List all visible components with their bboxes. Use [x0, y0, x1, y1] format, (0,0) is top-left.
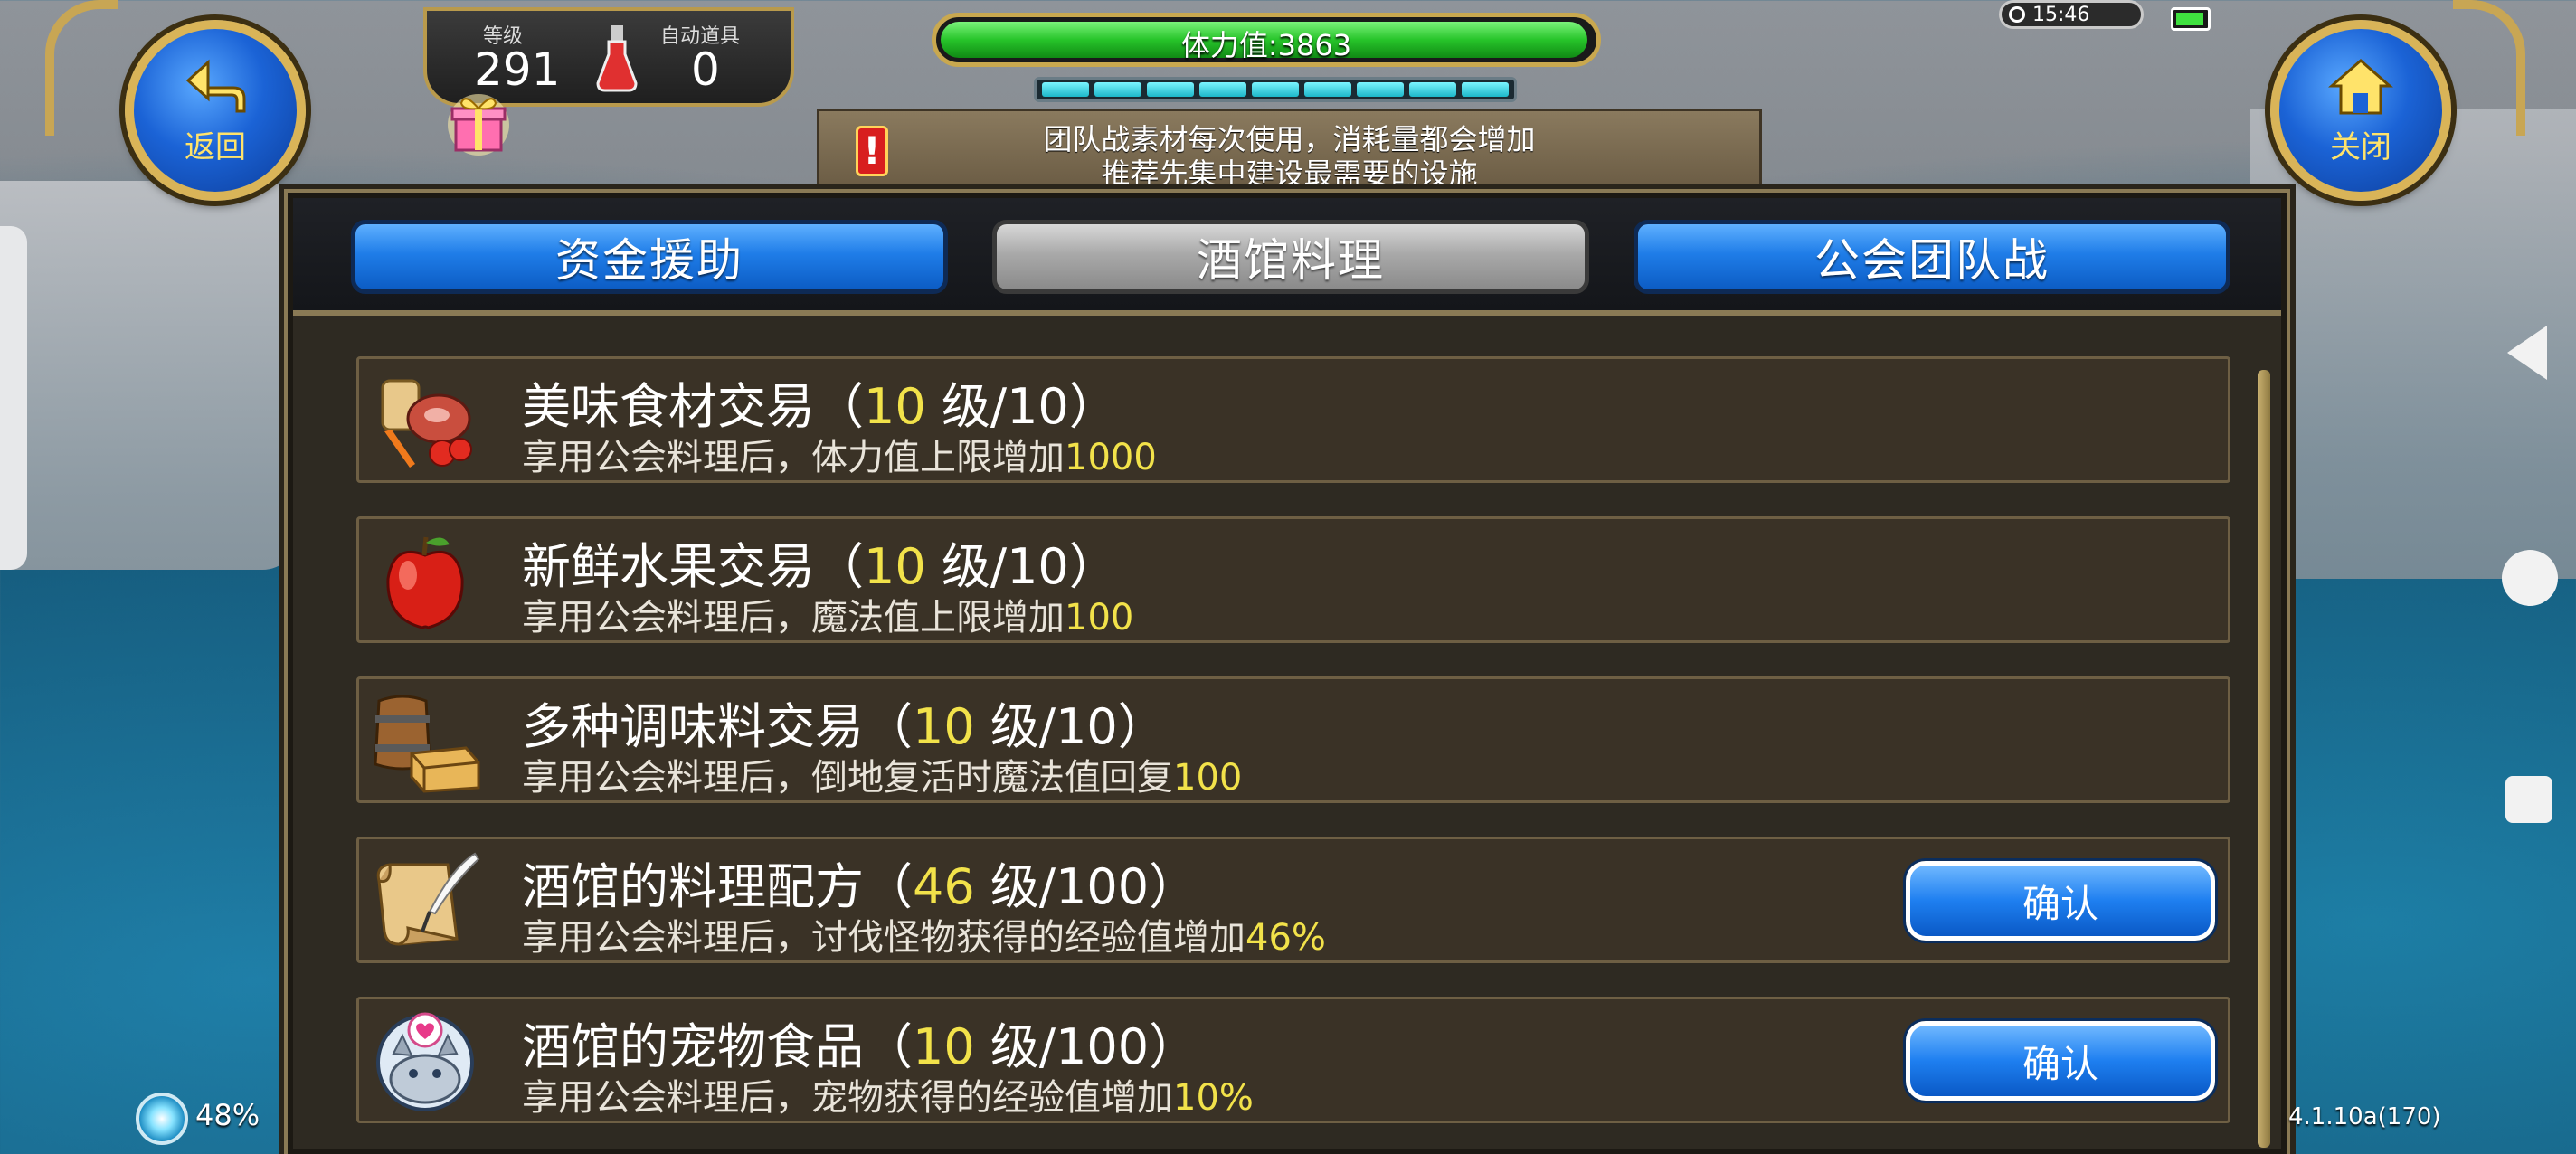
tab-guild-team-battle[interactable]: 公会团队战: [1634, 220, 2230, 294]
facility-level: 10: [913, 1018, 975, 1075]
facility-name: 酒馆的宠物食品（: [522, 1018, 913, 1075]
version-label: 4.1.10a(170): [2288, 1103, 2441, 1130]
barrel-crate-icon: [366, 688, 484, 795]
tab-funding-label: 资金援助: [555, 234, 743, 287]
frame-ornament-right: [2453, 0, 2525, 136]
facility-desc: 享用公会料理后，体力值上限增加1000: [522, 428, 1157, 480]
signal-percent: 48%: [195, 1098, 260, 1132]
facility-desc-value: 100: [1173, 757, 1243, 799]
facility-level: 10: [864, 378, 926, 435]
home-icon: [2328, 58, 2393, 114]
pet-food-icon: [366, 1008, 484, 1115]
facility-level: 10: [913, 698, 975, 755]
facility-level: 46: [913, 858, 975, 915]
frame-ornament-left: [45, 0, 118, 136]
facility-level: 10: [864, 538, 926, 595]
facility-desc-text: 享用公会料理后，魔法值上限增加: [522, 597, 1065, 638]
close-button-label: 关闭: [2330, 128, 2391, 166]
back-button[interactable]: 返回: [125, 20, 306, 201]
facility-name: 酒馆的料理配方（: [522, 858, 913, 915]
clock-time: 15:46: [2032, 3, 2090, 26]
stamina-text: 体力值:3863: [1180, 28, 1352, 62]
energy-segment: [1409, 82, 1456, 97]
potion-icon: [596, 25, 638, 92]
facility-desc-value: 1000: [1065, 437, 1157, 478]
notice-line-2: 推荐先集中建设最需要的设施: [1101, 156, 1478, 191]
background-ledge-left: [0, 226, 27, 570]
energy-segment: [1147, 82, 1194, 97]
list-scrollbar[interactable]: [2258, 370, 2270, 1148]
facility-level-max: 级/100）: [974, 1018, 1198, 1075]
facility-level-max: 级/10）: [925, 538, 1118, 595]
facility-desc-text: 享用公会料理后，讨伐怪物获得的经验值增加: [522, 917, 1245, 959]
facility-desc: 享用公会料理后，宠物获得的经验值增加10%: [522, 1068, 1254, 1121]
facility-row: 多种调味料交易（10 级/10） 享用公会料理后，倒地复活时魔法值回复100: [356, 676, 2230, 803]
stamina-bar: 体力值:3863: [932, 13, 1601, 67]
battery-icon: [2171, 7, 2211, 31]
facility-desc: 享用公会料理后，魔法值上限增加100: [522, 588, 1133, 640]
scroll-quill-icon: [366, 848, 484, 955]
nav-home-icon[interactable]: [2502, 550, 2558, 606]
facility-name: 多种调味料交易（: [522, 698, 913, 755]
facility-desc-value: 46%: [1245, 917, 1326, 959]
notice-banner: ! 团队战素材每次使用，消耗量都会增加 推荐先集中建设最需要的设施: [817, 109, 1762, 191]
tab-tavern-cooking[interactable]: 酒馆料理: [992, 220, 1589, 294]
facility-list: 美味食材交易（10 级/10） 享用公会料理后，体力值上限增加1000 新鲜水果…: [356, 356, 2230, 1154]
facility-row: 酒馆的宠物食品（10 级/100） 享用公会料理后，宠物获得的经验值增加10% …: [356, 997, 2230, 1123]
facility-desc-text: 享用公会料理后，体力值上限增加: [522, 437, 1065, 478]
energy-segment: [1252, 82, 1299, 97]
energy-segment: [1304, 82, 1351, 97]
auto-item-value: 0: [691, 43, 720, 96]
tab-bar: 资金援助 酒馆料理 公会团队战: [293, 198, 2281, 316]
tab-funding[interactable]: 资金援助: [351, 220, 948, 294]
apple-icon: [366, 528, 484, 635]
facility-desc: 享用公会料理后，倒地复活时魔法值回复100: [522, 748, 1242, 800]
facility-level-max: 级/100）: [974, 858, 1198, 915]
energy-segment: [1094, 82, 1141, 97]
energy-segment: [1357, 82, 1404, 97]
facility-name: 美味食材交易（: [522, 378, 864, 435]
food-basket-icon: [366, 368, 484, 475]
energy-segments: [1034, 77, 1517, 102]
nav-back-icon[interactable]: [2507, 326, 2547, 380]
confirm-button[interactable]: 确认: [1906, 1021, 2215, 1101]
facility-desc: 享用公会料理后，讨伐怪物获得的经验值增加46%: [522, 908, 1326, 960]
facility-desc-value: 10%: [1173, 1077, 1254, 1119]
facility-desc-text: 享用公会料理后，宠物获得的经验值增加: [522, 1077, 1173, 1119]
background-rock-left: [0, 181, 298, 570]
tab-tavern-cooking-label: 酒馆料理: [1197, 234, 1385, 287]
energy-segment: [1042, 82, 1089, 97]
confirm-button[interactable]: 确认: [1906, 861, 2215, 941]
energy-segment: [1462, 82, 1509, 97]
clock-icon: [2009, 6, 2025, 23]
facility-level-max: 级/10）: [925, 378, 1118, 435]
guild-tavern-panel: 资金援助 酒馆料理 公会团队战 美味食材交易（10 级/10） 享用公会料理后，…: [288, 193, 2287, 1154]
energy-segment: [1199, 82, 1246, 97]
facility-level-max: 级/10）: [974, 698, 1167, 755]
clock: 15:46: [1999, 0, 2144, 29]
facility-desc-value: 100: [1065, 597, 1134, 638]
back-button-label: 返回: [185, 128, 246, 166]
network-signal-icon: [136, 1093, 188, 1145]
facility-row: 新鲜水果交易（10 级/10） 享用公会料理后，魔法值上限增加100: [356, 516, 2230, 643]
gift-icon[interactable]: [443, 87, 514, 157]
confirm-button-label: 确认: [2022, 881, 2098, 926]
back-arrow-icon: [185, 59, 246, 112]
facility-row: 美味食材交易（10 级/10） 享用公会料理后，体力值上限增加1000: [356, 356, 2230, 483]
facility-row: 酒馆的料理配方（46 级/100） 享用公会料理后，讨伐怪物获得的经验值增加46…: [356, 837, 2230, 963]
facility-name: 新鲜水果交易（: [522, 538, 864, 595]
confirm-button-label: 确认: [2022, 1041, 2098, 1086]
facility-desc-text: 享用公会料理后，倒地复活时魔法值回复: [522, 757, 1173, 799]
tab-guild-team-battle-label: 公会团队战: [1814, 234, 2050, 287]
nav-recent-apps-icon[interactable]: [2505, 776, 2552, 823]
battery-level: [2176, 13, 2204, 25]
close-button[interactable]: 关闭: [2270, 20, 2451, 201]
